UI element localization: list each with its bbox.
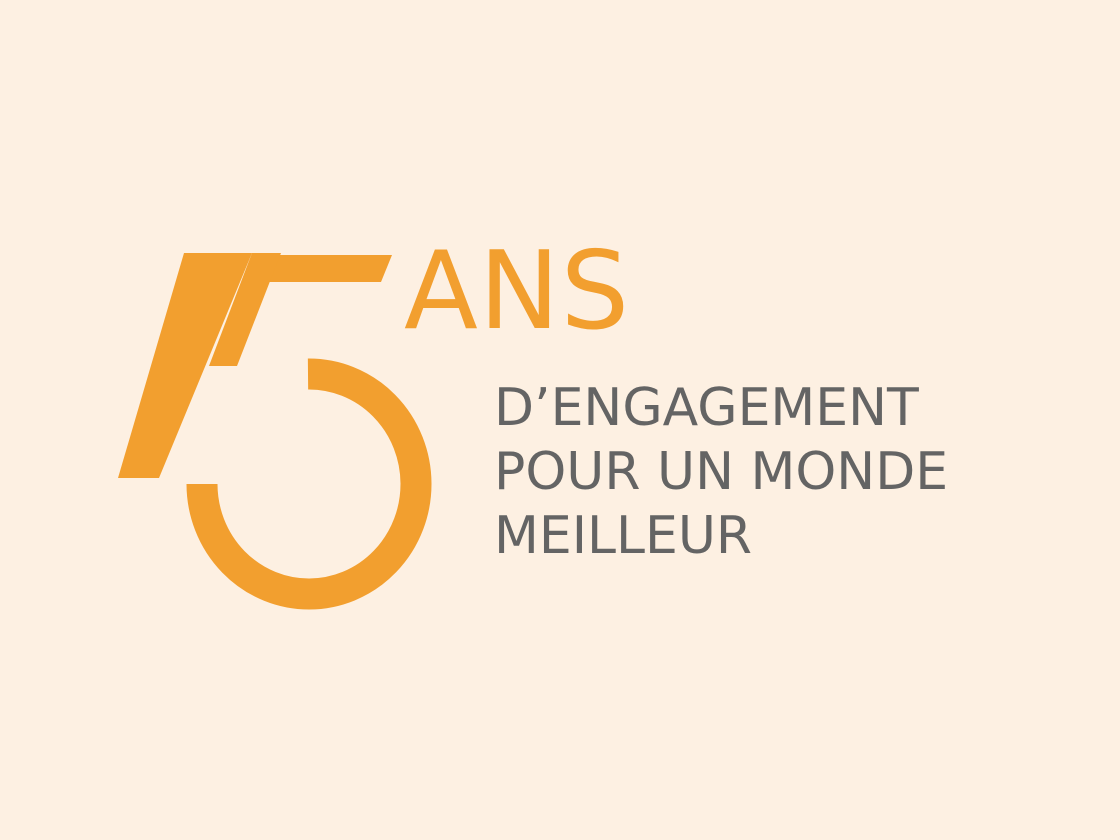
- anniversary-logo: ANS D’ENGAGEMENT POUR UN MONDE MEILLEUR: [0, 0, 1120, 840]
- logo-tagline: D’ENGAGEMENT POUR UN MONDE MEILLEUR: [494, 376, 948, 568]
- tagline-line-3: MEILLEUR: [494, 506, 753, 566]
- tagline-line-2: POUR UN MONDE: [494, 442, 949, 502]
- logo-digit-five: [186, 253, 432, 610]
- logo-ans-text: ANS: [404, 229, 631, 354]
- tagline-line-1: D’ENGAGEMENT: [494, 378, 919, 438]
